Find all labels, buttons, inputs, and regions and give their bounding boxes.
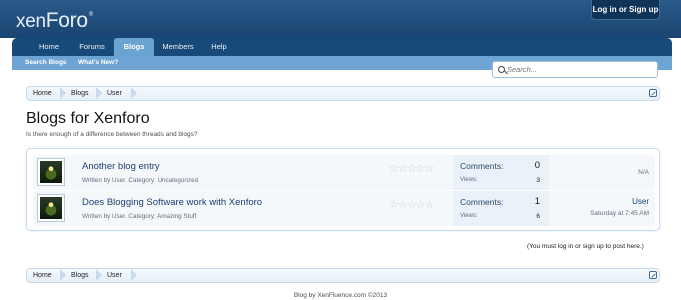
breadcrumb-separator [131,87,137,99]
entry-stats: Comments: 0 Views: 3 [453,155,549,190]
views-label: Views: [460,213,478,219]
logo-text-accent: Foro [45,9,88,32]
tab-home[interactable]: Home [28,38,70,56]
blog-entry-list: Another blog entry Written by User. Cate… [26,148,660,231]
rating-stars[interactable]: ☆☆☆☆☆ [389,162,434,175]
entry-meta: Written by User. Category: Uncategorized [82,177,199,184]
site-header: xenForo® Log in or Sign up [0,0,681,38]
subnav-whats-new[interactable]: What's New? [78,56,118,70]
logo-trademark: ® [88,12,93,18]
breadcrumb-separator [60,87,66,99]
breadcrumb-user[interactable]: User [107,269,122,282]
breadcrumb-separator [96,269,102,281]
comments-label: Comments: [460,161,504,171]
tab-blogs[interactable]: Blogs [114,38,154,56]
breadcrumb-separator [60,269,66,281]
logo-text-main: xen [16,11,46,32]
comments-label: Comments: [460,197,504,207]
breadcrumb-home[interactable]: Home [33,269,52,282]
avatar[interactable] [37,194,65,222]
search-box[interactable] [492,61,658,78]
tab-forums[interactable]: Forums [72,38,112,56]
main-navigation: Home Forums Blogs Members Help [12,38,672,56]
views-count: 3 [536,177,540,184]
comments-count: 1 [534,196,540,207]
breadcrumb-separator [131,269,137,281]
footer-credit[interactable]: Blog by XenFluence.com ©2013 [0,292,681,299]
login-signup-button[interactable]: Log in or Sign up [591,0,660,20]
rating-stars[interactable]: ☆☆☆☆☆ [389,198,434,211]
entry-title-link[interactable]: Does Blogging Software work with Xenforo [82,197,262,208]
tab-help[interactable]: Help [202,38,236,56]
breadcrumb-home[interactable]: Home [33,87,52,100]
login-required-note[interactable]: (You must log in or sign up to post here… [527,243,644,250]
breadcrumb-blogs[interactable]: Blogs [71,87,89,100]
last-post-time: N/A [638,169,649,176]
blog-entry-row: Another blog entry Written by User. Cate… [33,155,655,190]
entry-title-link[interactable]: Another blog entry [82,161,160,172]
breadcrumb-separator [96,87,102,99]
tab-members[interactable]: Members [156,38,200,56]
jump-to-page-icon[interactable] [649,271,657,279]
last-post-time: Saturday at 7:45 AM [590,210,649,217]
entry-stats: Comments: 1 Views: 6 [453,191,549,226]
search-icon [498,66,505,73]
last-post-user[interactable]: User [632,197,649,206]
search-input[interactable] [507,63,655,76]
views-count: 6 [536,213,540,220]
breadcrumb-user[interactable]: User [107,87,122,100]
views-label: Views: [460,177,478,183]
jump-to-page-icon[interactable] [649,89,657,97]
breadcrumb-top: Home Blogs User [26,86,660,101]
avatar[interactable] [37,158,65,186]
entry-meta: Written by User. Category: Amazing Stuff [82,213,197,220]
blog-entry-row: Does Blogging Software work with Xenforo… [33,191,655,226]
page-title: Blogs for Xenforo [26,110,150,127]
comments-count: 0 [534,160,540,171]
breadcrumb-blogs[interactable]: Blogs [71,269,89,282]
breadcrumb-bottom: Home Blogs User [26,268,660,283]
site-logo[interactable]: xenForo® [16,9,93,33]
subnav-search-blogs[interactable]: Search Blogs [25,56,67,70]
page-description: Is there enough of a difference between … [26,131,198,138]
